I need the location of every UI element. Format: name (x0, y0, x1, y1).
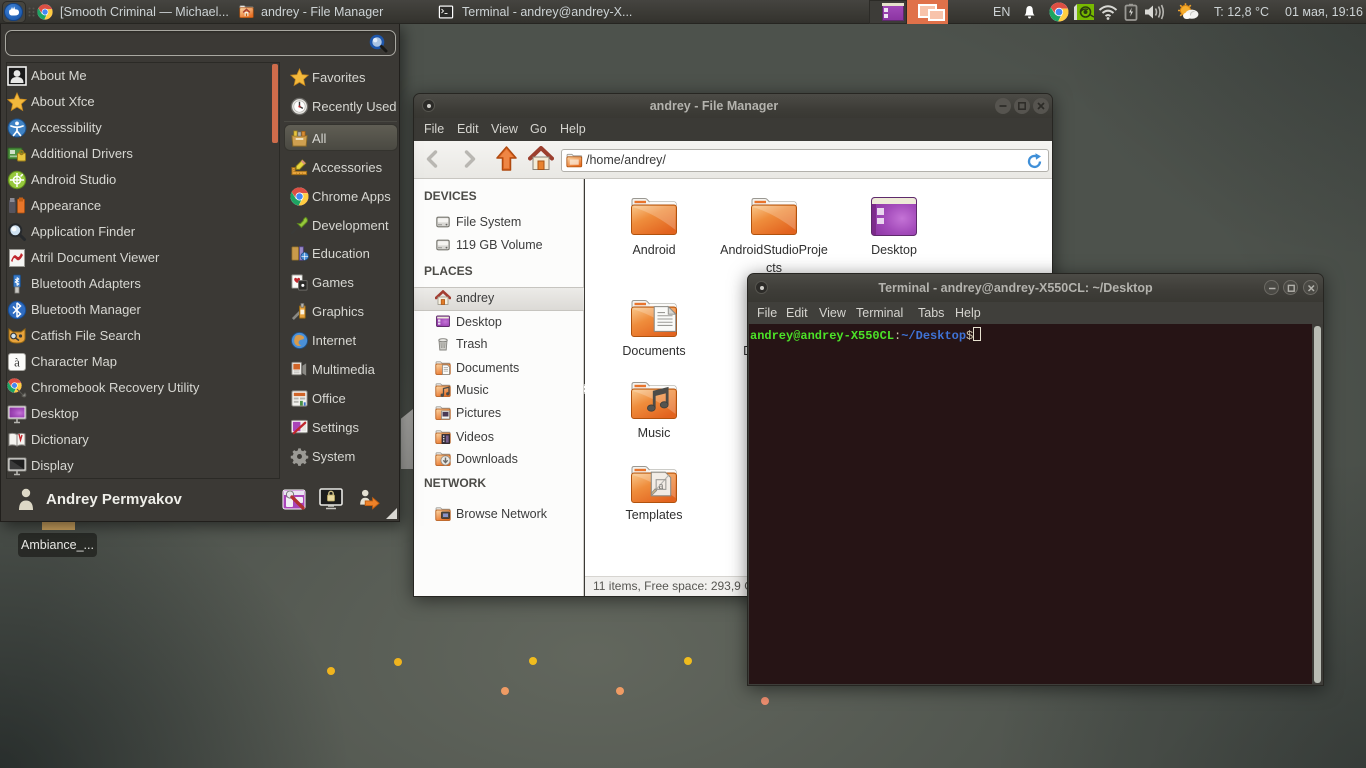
svg-text:à: à (14, 355, 20, 370)
